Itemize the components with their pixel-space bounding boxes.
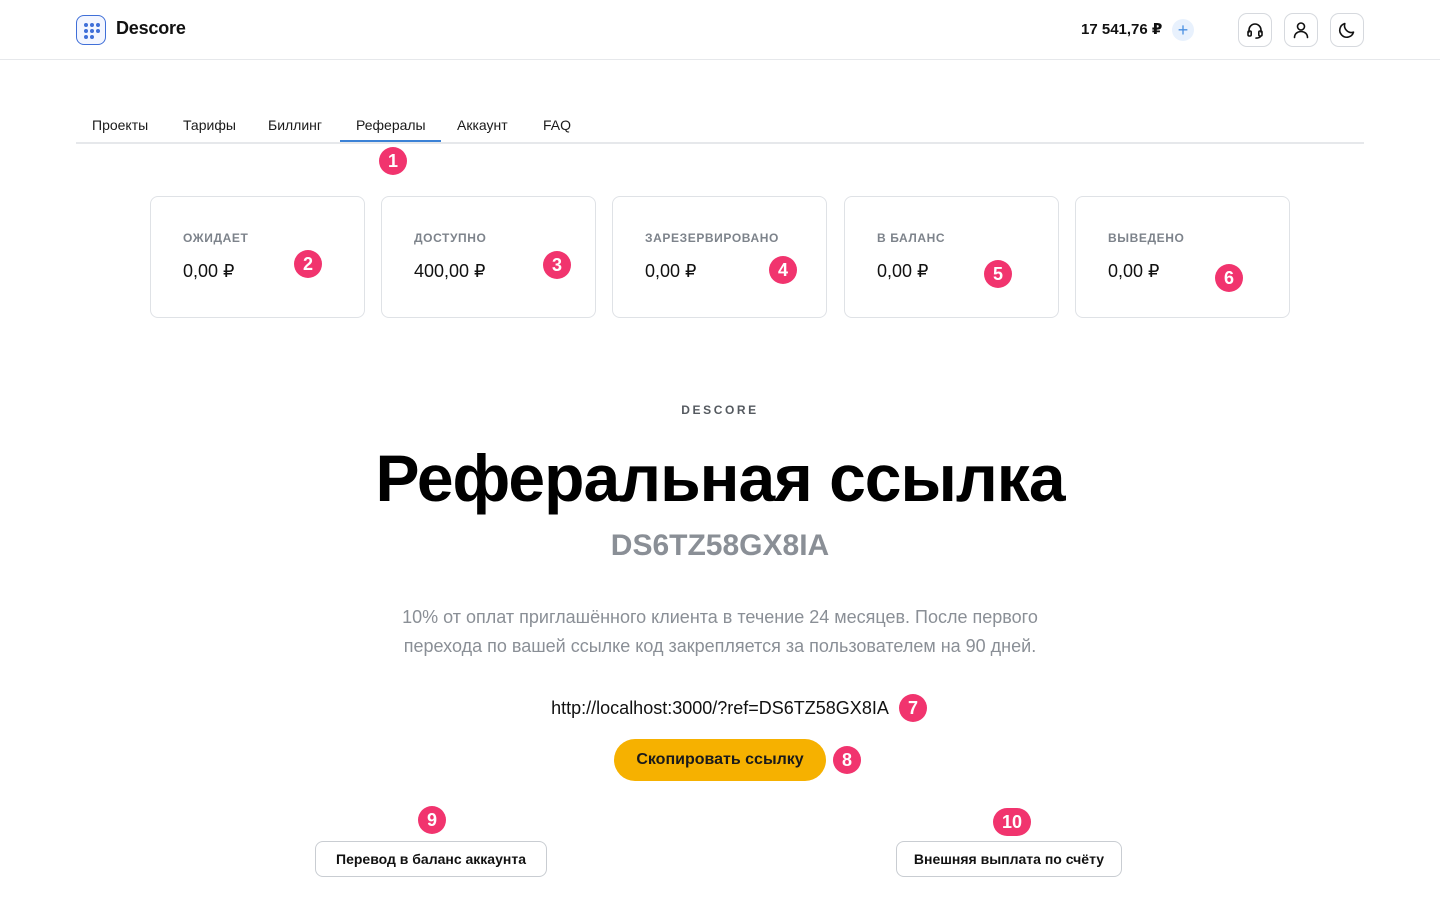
annotation-marker: 5 bbox=[984, 260, 1012, 288]
referral-link[interactable]: http://localhost:3000/?ref=DS6TZ58GX8IA bbox=[0, 698, 1440, 719]
moon-icon bbox=[1339, 22, 1355, 38]
stat-label: ОЖИДАЕТ bbox=[183, 231, 249, 245]
referral-code: DS6TZ58GX8IA bbox=[610, 529, 830, 562]
user-icon bbox=[1293, 22, 1309, 39]
stat-label: ДОСТУПНО bbox=[414, 231, 487, 245]
tab-referrals[interactable]: Рефералы bbox=[356, 117, 426, 133]
stat-value: 0,00 ₽ bbox=[645, 261, 697, 281]
account-balance: 17 541,76 ₽ bbox=[1081, 21, 1163, 38]
page-title: Реферальная ссылка bbox=[375, 441, 1065, 515]
annotation-marker: 9 bbox=[418, 806, 446, 834]
stat-card-pending: ОЖИДАЕТ 0,00 ₽ bbox=[150, 196, 365, 318]
stat-value: 0,00 ₽ bbox=[877, 261, 929, 281]
referral-description: 10% от оплат приглашённого клиента в теч… bbox=[402, 607, 1038, 656]
annotation-marker: 2 bbox=[294, 250, 322, 278]
stat-label: ВЫВЕДЕНО bbox=[1108, 231, 1185, 245]
tab-tariffs[interactable]: Тарифы bbox=[183, 117, 236, 133]
stat-label: ЗАРЕЗЕРВИРОВАНО bbox=[645, 231, 779, 245]
stat-card-reserved: ЗАРЕЗЕРВИРОВАНО 0,00 ₽ bbox=[612, 196, 827, 318]
copy-link-button[interactable]: Скопировать ссылку bbox=[614, 739, 826, 781]
annotation-marker: 1 bbox=[379, 147, 407, 175]
tab-billing[interactable]: Биллинг bbox=[268, 117, 322, 133]
active-tab-indicator bbox=[340, 140, 441, 142]
stat-value: 0,00 ₽ bbox=[1108, 261, 1160, 281]
stat-card-to-balance: В БАЛАНС 0,00 ₽ bbox=[844, 196, 1059, 318]
tab-account[interactable]: Аккаунт bbox=[457, 117, 508, 133]
brand-name[interactable]: Descore bbox=[116, 18, 186, 39]
support-button[interactable] bbox=[1238, 13, 1272, 47]
annotation-marker: 7 bbox=[899, 694, 927, 722]
tab-projects[interactable]: Проекты bbox=[92, 117, 148, 133]
transfer-to-balance-button[interactable]: Перевод в баланс аккаунта bbox=[315, 841, 547, 877]
tab-faq[interactable]: FAQ bbox=[543, 117, 571, 133]
logo-grid-icon[interactable] bbox=[76, 15, 106, 45]
stat-value: 400,00 ₽ bbox=[414, 261, 486, 281]
section-eyebrow: DESCORE bbox=[681, 403, 759, 417]
main-tabs: Проекты Тарифы Биллинг Рефералы Аккаунт … bbox=[76, 108, 1364, 144]
top-bar: Descore 17 541,76 ₽ + bbox=[0, 0, 1440, 60]
stat-label: В БАЛАНС bbox=[877, 231, 946, 245]
theme-toggle-button[interactable] bbox=[1330, 13, 1364, 47]
external-payout-button[interactable]: Внешняя выплата по счёту bbox=[896, 841, 1122, 877]
stat-card-withdrawn: ВЫВЕДЕНО 0,00 ₽ bbox=[1075, 196, 1290, 318]
annotation-marker: 8 bbox=[833, 746, 861, 774]
headset-icon bbox=[1247, 23, 1263, 39]
annotation-marker: 4 bbox=[769, 256, 797, 284]
profile-button[interactable] bbox=[1284, 13, 1318, 47]
stat-value: 0,00 ₽ bbox=[183, 261, 235, 281]
annotation-marker: 10 bbox=[993, 808, 1031, 836]
annotation-marker: 3 bbox=[543, 251, 571, 279]
annotation-marker: 6 bbox=[1215, 264, 1243, 292]
top-up-button[interactable]: + bbox=[1172, 19, 1194, 41]
